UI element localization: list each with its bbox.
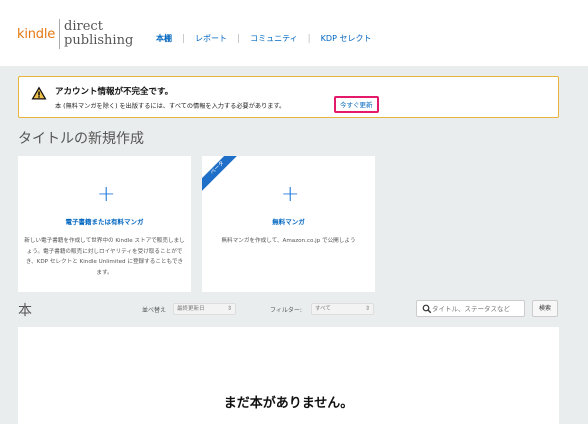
alert-title: アカウント情報が不完全です。 [55,87,174,97]
nav-separator: | [237,33,241,44]
update-now-link[interactable]: 今すぐ更新 [334,96,379,113]
books-heading: 本 [18,303,32,319]
empty-books-message: まだ本がありません。 [223,396,354,411]
select-arrows-icon: ⇕ [226,305,232,312]
account-incomplete-alert: アカウント情報が不完全です。 本 (無料マンガを除く) を出版するには、すべての… [18,76,559,118]
beta-ribbon-label: ベータ [202,156,242,193]
create-title-heading: タイトルの新規作成 [18,131,144,147]
logo-divider [59,19,61,49]
logo-publishing-text: publishing [64,33,134,48]
card-description: 新しい電子書籍を作成して世界中の Kindle ストアで販売しましょう。電子書籍… [24,238,185,276]
nav-separator: | [182,33,186,44]
sort-label: 並べ替え [142,307,167,314]
card-description: 無料マンガを作成して、Amazon.co.jp で公開しよう [221,238,356,244]
nav-kdp-select[interactable]: KDP セレクト [321,33,372,44]
plus-icon: + [281,182,300,207]
card-title[interactable]: 無料マンガ [202,216,375,226]
sort-value: 最終更新日 [177,306,205,312]
filter-label: フィルター: [270,307,302,314]
sort-select[interactable]: 最終更新日 ⇕ [173,303,236,315]
logo-direct-text: direct [64,19,103,34]
search-box [416,300,525,317]
kdp-logo[interactable]: kindle direct publishing [17,17,133,51]
beta-ribbon: ベータ [202,156,242,196]
card-title[interactable]: 電子書籍または有料マンガ [18,216,191,226]
search-input[interactable] [432,303,524,314]
nav-bookshelf[interactable]: 本棚 [156,33,172,44]
nav-reports[interactable]: レポート [195,33,227,44]
top-header: kindle direct publishing 本棚 | レポート | コミュ… [0,0,588,66]
search-button[interactable]: 検索 [532,300,558,317]
alert-body: 本 (無料マンガを除く) を出版するには、すべての情報を入力する必要があります。 [55,103,286,110]
create-ebook-card[interactable]: + 電子書籍または有料マンガ 新しい電子書籍を作成して世界中の Kindle ス… [18,156,191,292]
plus-icon: + [97,182,116,207]
main-nav: 本棚 | レポート | コミュニティ | KDP セレクト [156,33,371,44]
warning-icon [31,86,47,100]
create-free-manga-card[interactable]: ベータ + 無料マンガ 無料マンガを作成して、Amazon.co.jp で公開し… [202,156,375,292]
nav-separator: | [307,33,311,44]
logo-stack: direct publishing [64,20,133,48]
logo-kindle-text: kindle [17,26,56,42]
filter-select[interactable]: すべて ⇕ [311,303,374,315]
filter-value: すべて [315,306,331,312]
select-arrows-icon: ⇕ [364,305,370,312]
search-icon [422,304,432,314]
books-list-panel: まだ本がありません。 [18,327,559,424]
nav-community[interactable]: コミュニティ [250,33,298,44]
